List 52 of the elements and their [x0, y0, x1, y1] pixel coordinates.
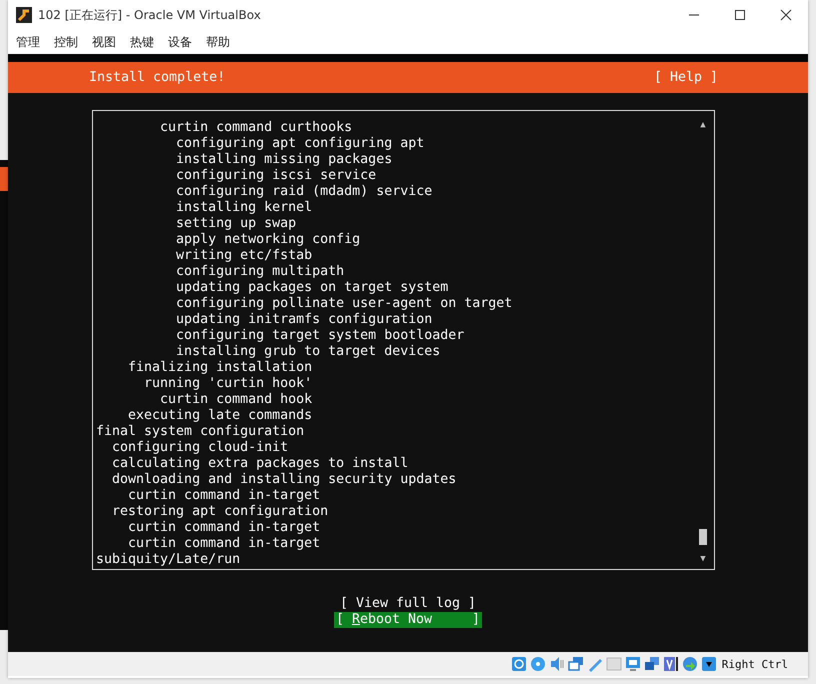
- scroll-down-arrow[interactable]: ▼: [700, 553, 706, 565]
- log-line: installing grub to target devices: [175, 344, 442, 360]
- log-line: final system configuration: [96, 424, 306, 440]
- log-line: curtin command in-target: [127, 488, 322, 504]
- header-title: Install complete!: [89, 70, 226, 85]
- log-line: subiquity/Late/run: [96, 552, 242, 568]
- log-line: executing late commands: [127, 408, 314, 424]
- menu-item[interactable]: 视图: [92, 34, 116, 50]
- log-line: installing missing packages: [175, 152, 394, 168]
- log-line: configuring cloud-init: [111, 440, 290, 456]
- menu-item[interactable]: 帮助: [206, 34, 230, 50]
- menu-item[interactable]: 热键: [130, 34, 154, 50]
- log-line: configuring iscsi service: [175, 168, 378, 184]
- log-line: curtin command in-target: [127, 536, 322, 552]
- speaker-icon[interactable]: [548, 656, 565, 672]
- v-icon[interactable]: [662, 656, 679, 672]
- network-icon[interactable]: [568, 656, 584, 672]
- log-line: restoring apt configuration: [111, 504, 330, 520]
- host-key-label: Right Ctrl: [722, 658, 788, 670]
- log-line: downloading and installing security updates: [111, 472, 458, 488]
- log-line: configuring apt configuring apt: [175, 136, 426, 152]
- optical-disc-icon[interactable]: [530, 656, 546, 672]
- log-line: updating packages on target system: [175, 280, 450, 296]
- menu-item[interactable]: 设备: [168, 34, 192, 50]
- monitor-icon[interactable]: [624, 656, 641, 672]
- log-line: curtin command curthooks: [159, 120, 354, 136]
- scroll-thumb[interactable]: [699, 529, 707, 545]
- log-line: setting up swap: [175, 216, 298, 232]
- log-line: configuring pollinate user-agent on target: [175, 296, 514, 312]
- scroll-up-arrow[interactable]: ▲: [700, 119, 706, 131]
- log-line: running 'curtin hook': [143, 376, 314, 392]
- log-line: writing etc/fstab: [175, 248, 314, 264]
- log-line: updating initramfs configuration: [175, 312, 434, 328]
- log-line: finalizing installation: [127, 360, 314, 376]
- log-line: configuring target system bootloader: [175, 328, 466, 344]
- menu-item[interactable]: 控制: [54, 34, 78, 50]
- menu-item[interactable]: 管理: [16, 34, 40, 50]
- log-line: apply networking config: [175, 232, 362, 248]
- log-line: curtin command hook: [159, 392, 314, 408]
- log-line: configuring multipath: [175, 264, 346, 280]
- help-button[interactable]: [ Help ]: [654, 70, 718, 85]
- close-icon[interactable]: [780, 9, 792, 21]
- terminal-button[interactable]: [ Reboot Now ]: [334, 612, 482, 628]
- log-line: curtin command in-target: [127, 520, 322, 536]
- log-line: configuring raid (mdadm) service: [175, 184, 434, 200]
- terminal-button[interactable]: [ View full log ]: [338, 596, 478, 612]
- app-icon: [16, 7, 32, 23]
- log-line: calculating extra packages to install: [111, 456, 410, 472]
- window-title: 102 [正在运行] - Oracle VM VirtualBox: [38, 6, 261, 24]
- windows-icon[interactable]: [644, 656, 660, 672]
- log-line: installing kernel: [175, 200, 314, 216]
- maximize-icon[interactable]: [734, 9, 746, 21]
